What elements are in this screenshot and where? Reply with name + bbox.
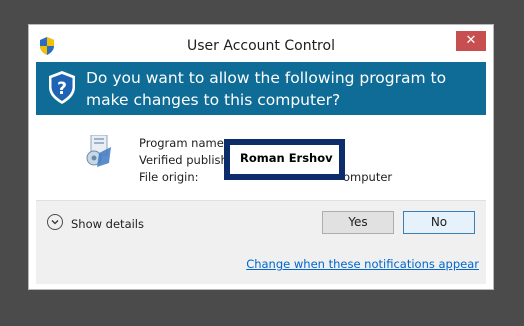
installer-icon — [86, 135, 111, 167]
program-name-label: Program name: — [139, 136, 228, 150]
window-title: User Account Control — [187, 38, 335, 54]
uac-dialog: User Account Control ✕ ? Do you want to … — [28, 24, 494, 290]
uac-shield-icon: ? — [49, 71, 75, 104]
publisher-overlay-box: Roman Ershov — [224, 139, 345, 180]
no-button[interactable]: No — [403, 211, 475, 234]
chevron-down-icon — [51, 220, 59, 225]
notification-settings-link[interactable]: Change when these notifications appear — [246, 257, 479, 271]
file-origin-label: File origin: — [139, 170, 199, 184]
yes-button[interactable]: Yes — [322, 211, 394, 234]
question-banner: ? Do you want to allow the following pro… — [36, 62, 486, 115]
show-details-toggle[interactable] — [47, 214, 63, 230]
close-button[interactable]: ✕ — [456, 31, 486, 51]
publisher-overlay-text: Roman Ershov — [240, 151, 333, 165]
svg-text:?: ? — [57, 79, 67, 99]
publisher-label: Verified publishe — [139, 153, 235, 167]
show-details-label[interactable]: Show details — [71, 217, 144, 231]
file-origin-value: omputer — [343, 170, 393, 184]
dialog-footer: Show details Yes No Change when these no… — [36, 200, 486, 284]
title-bar: User Account Control ✕ — [29, 25, 493, 63]
question-text: Do you want to allow the following progr… — [86, 69, 447, 109]
